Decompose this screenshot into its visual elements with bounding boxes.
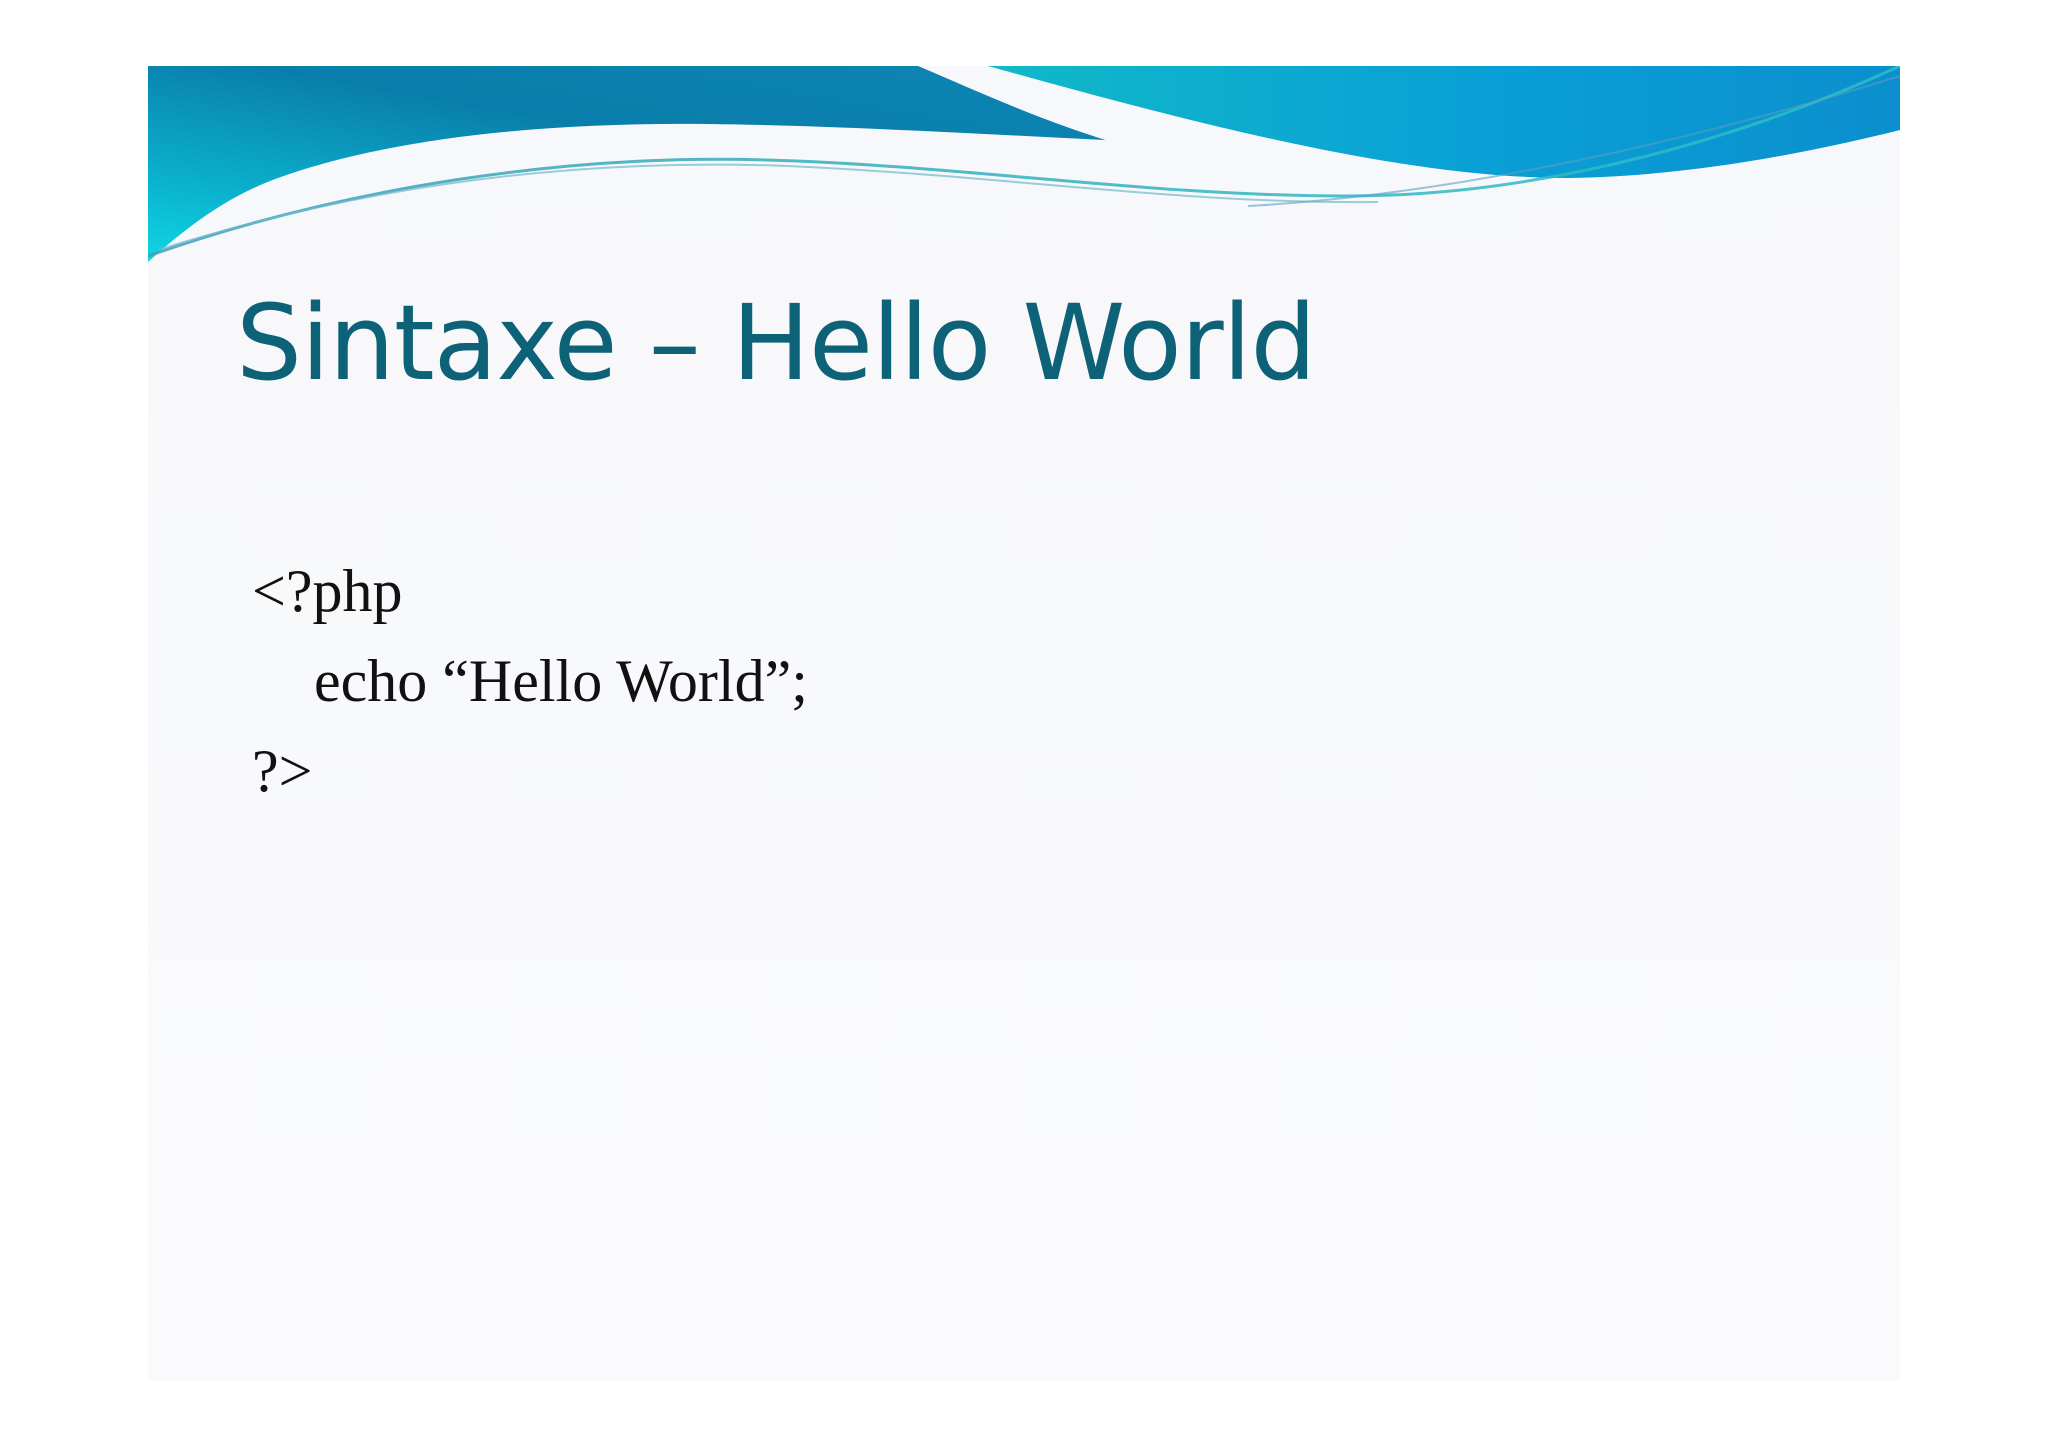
code-line-close-tag: ?>	[252, 738, 313, 804]
slide-title: Sintaxe – Hello World	[236, 282, 1316, 404]
code-block: <?php echo “Hello World”; ?>	[252, 546, 808, 816]
header-wave-decoration	[148, 66, 1900, 262]
code-line-open-tag: <?php	[252, 558, 403, 624]
page: Sintaxe – Hello World <?php echo “Hello …	[0, 0, 2048, 1447]
code-line-echo: echo “Hello World”;	[314, 648, 808, 714]
slide: Sintaxe – Hello World <?php echo “Hello …	[148, 66, 1900, 1381]
